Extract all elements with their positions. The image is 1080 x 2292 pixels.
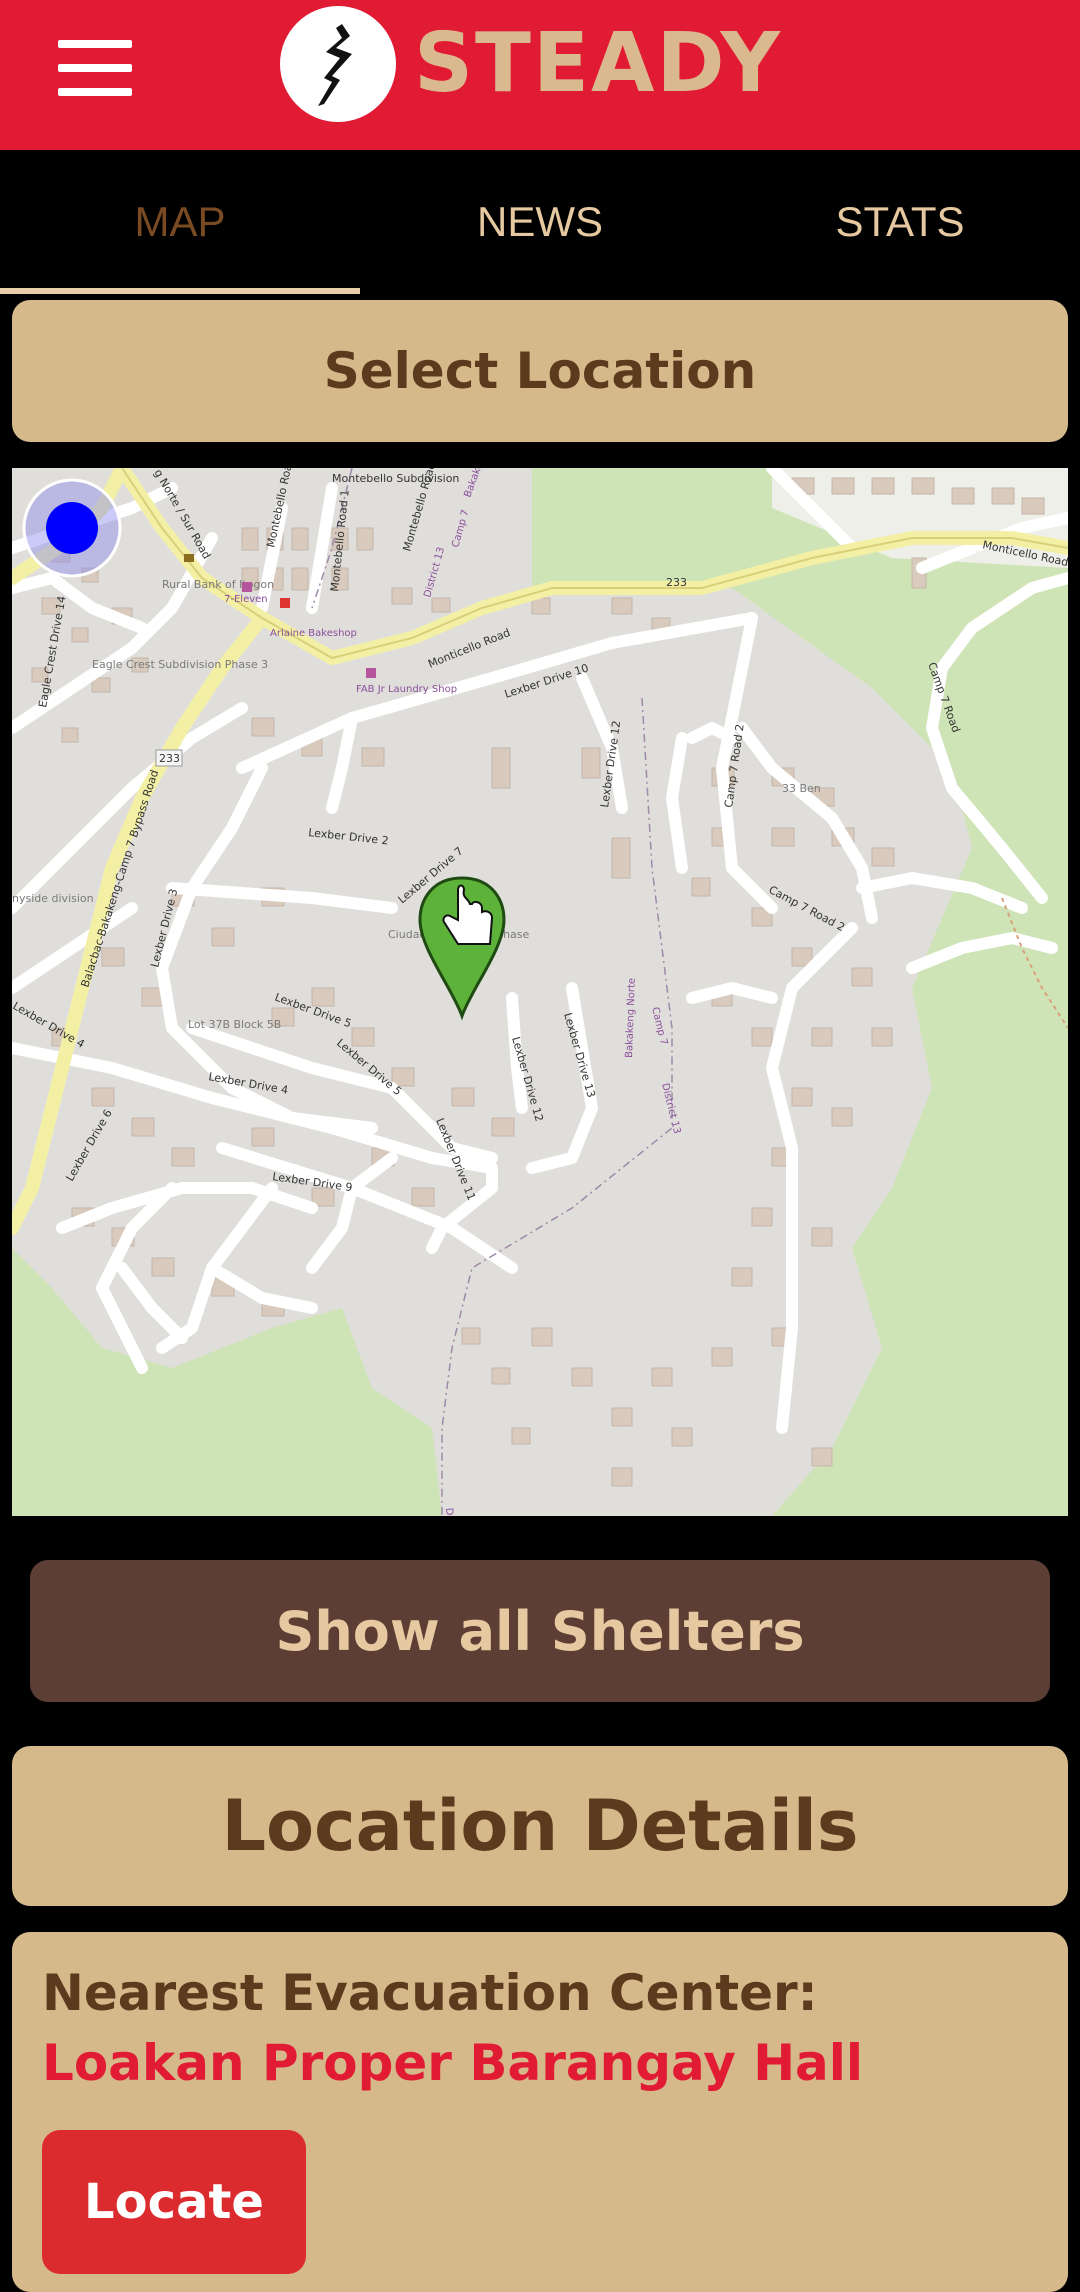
show-all-shelters-button[interactable]: Show all Shelters xyxy=(30,1560,1050,1702)
map-label-33-ben: 33 Ben xyxy=(782,782,821,795)
map-label-eagle-crest-subdivision: Eagle Crest Subdivision Phase 3 xyxy=(92,658,268,671)
map-label-district-b: District xyxy=(443,1507,456,1516)
map-view[interactable]: Montebello Subdivision Montebello Road M… xyxy=(12,468,1068,1516)
tab-stats[interactable]: STATS xyxy=(720,150,1080,294)
location-details-heading: Location Details xyxy=(12,1746,1068,1906)
evacuation-center-name: Loakan Proper Barangay Hall xyxy=(42,2034,864,2092)
select-location-button[interactable]: Select Location xyxy=(12,300,1068,442)
route-shield-233-b: 233 xyxy=(155,749,183,767)
cracked-ground-logo-icon xyxy=(280,6,396,122)
tab-map[interactable]: MAP xyxy=(0,150,360,294)
nearest-evacuation-center-label: Nearest Evacuation Center: xyxy=(42,1964,818,2022)
evacuation-center-card: Nearest Evacuation Center: Loakan Proper… xyxy=(12,1932,1068,2292)
map-poi-icon xyxy=(280,598,290,608)
map-label-seven-eleven: 7-Eleven xyxy=(224,594,268,605)
map-label-lot-37b: Lot 37B Block 5B xyxy=(188,1018,281,1031)
active-tab-indicator xyxy=(0,288,360,294)
map-label-nyside-division: nyside division xyxy=(12,892,94,905)
map-poi-icon xyxy=(366,668,376,678)
map-label-route-233-b: 233 xyxy=(159,752,180,765)
app-header: STEADY xyxy=(0,0,1080,150)
map-label-fab-jr-laundry: FAB Jr Laundry Shop xyxy=(356,684,457,695)
hamburger-menu-icon[interactable] xyxy=(58,40,134,96)
locate-button[interactable]: Locate xyxy=(42,2130,306,2274)
current-location-dot-icon xyxy=(22,478,122,578)
app-title: STEADY xyxy=(414,16,782,111)
map-poi-icon xyxy=(184,554,194,562)
map-label-arlaine-bakeshop: Arlaine Bakeshop xyxy=(270,628,357,639)
map-label-montebello-subdivision: Montebello Subdivision xyxy=(332,472,459,485)
tab-news[interactable]: NEWS xyxy=(360,150,720,294)
map-poi-icon xyxy=(242,582,252,592)
map-label-route-233: 233 xyxy=(666,576,687,589)
map-label-rural-bank: Rural Bank of Itogon xyxy=(162,578,274,591)
tab-bar: MAP NEWS STATS xyxy=(0,150,1080,294)
